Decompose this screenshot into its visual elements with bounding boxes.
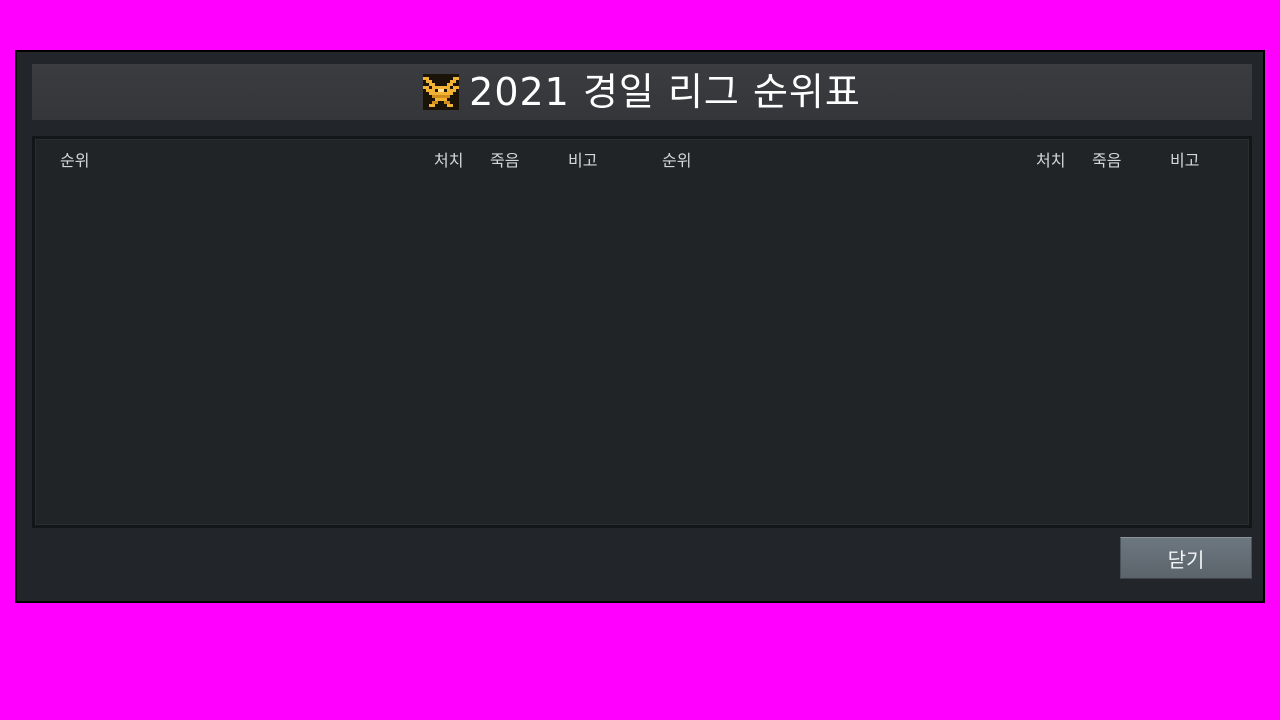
gold-rank-emblem-icon — [423, 74, 460, 110]
close-button[interactable]: 닫기 — [1120, 537, 1252, 579]
column-notes-right: 비고 — [1170, 151, 1200, 170]
column-deaths-right: 죽음 — [1092, 151, 1122, 170]
column-rank-left: 순위 — [60, 151, 90, 170]
table-header: 순위 처치 죽음 비고 순위 처치 죽음 비고 — [35, 139, 1249, 179]
column-rank-right: 순위 — [662, 151, 692, 170]
column-kills-left: 처치 — [434, 151, 464, 170]
standings-table: 순위 처치 죽음 비고 순위 처치 죽음 비고 — [32, 136, 1252, 528]
column-notes-left: 비고 — [568, 151, 598, 170]
title-bar: 2021 경일 리그 순위표 — [32, 64, 1252, 120]
league-standings-window: 2021 경일 리그 순위표 순위 처치 죽음 비고 순위 처치 죽음 비고 닫… — [15, 50, 1265, 603]
column-kills-right: 처치 — [1036, 151, 1066, 170]
window-title: 2021 경일 리그 순위표 — [469, 70, 861, 114]
column-deaths-left: 죽음 — [490, 151, 520, 170]
